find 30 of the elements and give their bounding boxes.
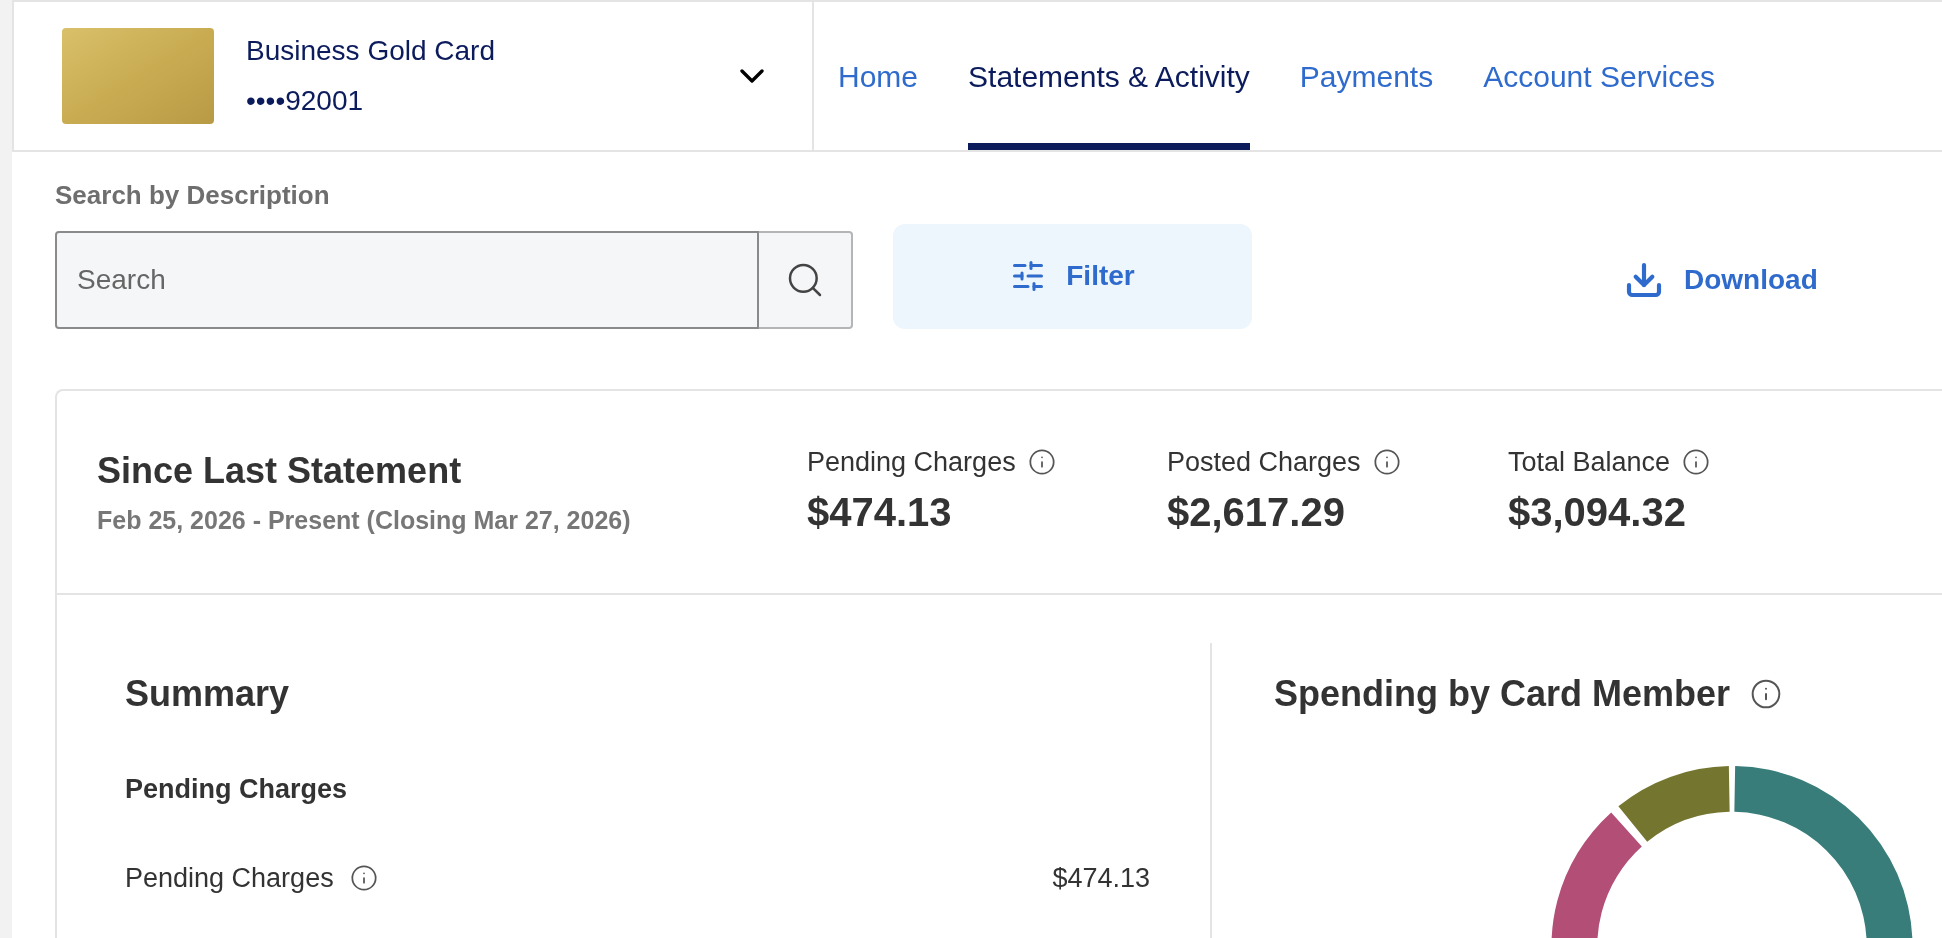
metric-value: $3,094.32 xyxy=(1508,489,1687,537)
summary-subheading: Pending Charges xyxy=(125,773,349,806)
summary-row-value: $474.13 xyxy=(1052,861,1150,895)
card-number: ••••92001 xyxy=(246,84,365,118)
search-field[interactable]: Search xyxy=(55,231,759,329)
summary-row-label: Pending Charges xyxy=(125,861,334,895)
nav-tab[interactable]: Account Services xyxy=(1483,2,1715,150)
section-title: Since Last Statement xyxy=(97,449,463,494)
nav-tab[interactable]: Payments xyxy=(1299,2,1434,150)
metric-label: Total Balance xyxy=(1508,445,1671,479)
search-label: Search by Description xyxy=(55,179,331,212)
summary-title: Summary xyxy=(125,672,291,716)
info-icon[interactable] xyxy=(349,863,378,892)
info-icon[interactable] xyxy=(1372,448,1401,476)
filter-button[interactable]: Filter xyxy=(893,223,1252,329)
download-icon xyxy=(1624,260,1664,300)
download-button[interactable]: Download xyxy=(1624,259,1818,301)
metric-value: $474.13 xyxy=(807,489,953,537)
statement-period: Feb 25, 2026 - Present (Closing Mar 27, 2026) xyxy=(97,505,632,537)
metric-value: $2,617.29 xyxy=(1167,489,1346,537)
info-icon[interactable] xyxy=(1750,678,1783,710)
info-icon[interactable] xyxy=(1027,448,1056,476)
spending-title: Spending by Card Member xyxy=(1274,672,1731,716)
search-button[interactable] xyxy=(759,231,853,329)
card-name: Business Gold Card xyxy=(246,34,495,68)
nav-tab[interactable]: Home xyxy=(838,2,919,150)
nav-tab[interactable]: Statements & Activity xyxy=(968,2,1250,150)
metric-label: Posted Charges xyxy=(1167,445,1361,479)
metric-label: Pending Charges xyxy=(807,445,1016,479)
info-icon[interactable] xyxy=(1682,448,1711,476)
